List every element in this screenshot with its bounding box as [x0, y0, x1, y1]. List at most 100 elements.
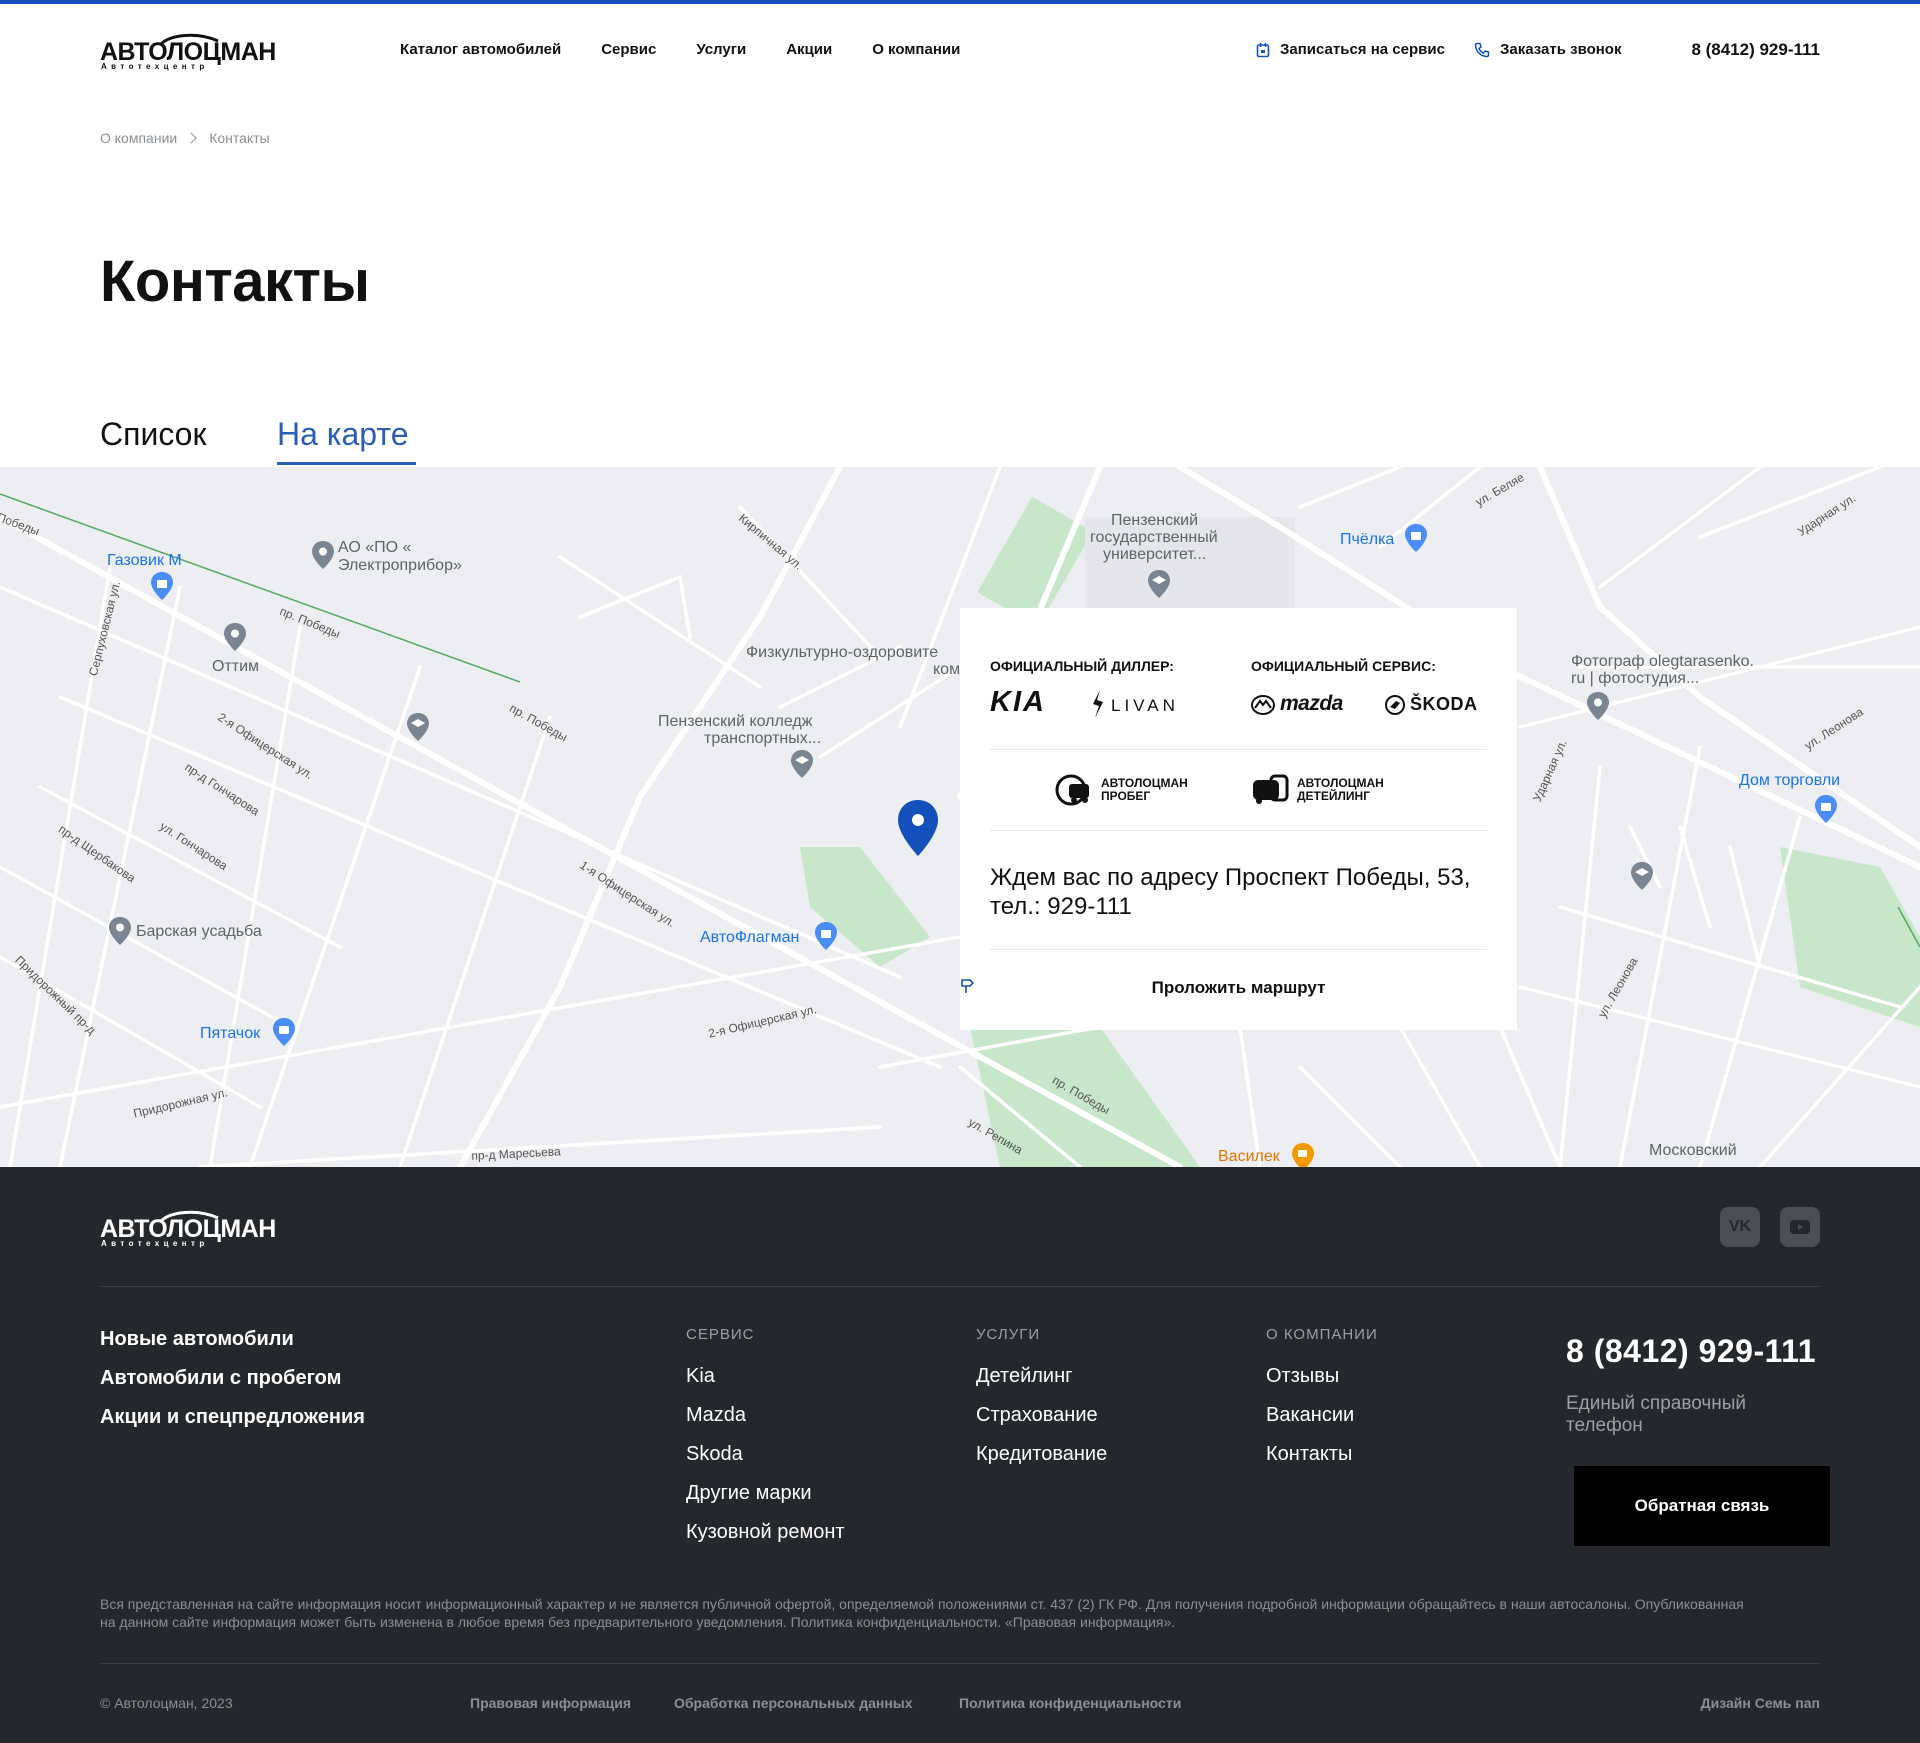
card-divider: [990, 749, 1487, 750]
footer-link[interactable]: Kia: [686, 1357, 845, 1396]
nav-promotions[interactable]: Акции: [786, 40, 832, 60]
youtube-icon[interactable]: [1780, 1207, 1820, 1247]
map-pin-icon[interactable]: [223, 622, 247, 652]
footer-link[interactable]: Контакты: [1266, 1435, 1378, 1474]
feedback-button[interactable]: Обратная связь: [1574, 1466, 1830, 1546]
signup-service-label: Записаться на сервис: [1280, 41, 1445, 58]
nav-service[interactable]: Сервис: [601, 40, 656, 60]
skoda-emblem-icon: [1385, 695, 1405, 715]
cafe-pin-icon[interactable]: [1291, 1142, 1315, 1167]
poi-elektropribor-line1[interactable]: АО «ПО «: [338, 539, 411, 557]
poi-fizkult-line2[interactable]: ком: [933, 661, 960, 679]
location-marker-icon[interactable]: [897, 799, 939, 857]
probeg-emblem-icon: [1055, 774, 1089, 806]
dealer-address: Ждем вас по адресу Проспект Победы, 53, …: [990, 864, 1471, 920]
shop-pin-icon[interactable]: [272, 1017, 296, 1047]
footer-link-promotions[interactable]: Акции и спецпредложения: [100, 1398, 365, 1437]
vk-icon[interactable]: VK: [1720, 1207, 1760, 1247]
footer-link[interactable]: Отзывы: [1266, 1357, 1378, 1396]
footer-link[interactable]: Детейлинг: [976, 1357, 1107, 1396]
education-pin-icon[interactable]: [1147, 569, 1171, 599]
map[interactable]: Газовик М АО «ПО « Электроприбор» Оттим …: [0, 467, 1920, 1167]
footer-column-services: УСЛУГИ Детейлинг Страхование Кредитовани…: [976, 1327, 1107, 1474]
signup-service-link[interactable]: Записаться на сервис: [1256, 40, 1445, 60]
poi-college-line1[interactable]: Пензенский колледж: [658, 713, 812, 731]
poi-elektropribor-line2[interactable]: Электроприбор»: [338, 557, 462, 575]
tab-map[interactable]: На карте: [277, 414, 408, 454]
poi-college-line2[interactable]: транспортных...: [704, 730, 821, 748]
footer-link[interactable]: Skoda: [686, 1435, 845, 1474]
build-route-label: Проложить маршрут: [1151, 978, 1326, 997]
breadcrumb-about[interactable]: О компании: [100, 130, 177, 146]
map-pin-icon[interactable]: [311, 540, 335, 570]
footer-link[interactable]: Страхование: [976, 1396, 1107, 1435]
build-route-button[interactable]: Проложить маршрут: [960, 978, 1517, 998]
footer-phone[interactable]: 8 (8412) 929-111: [1566, 1331, 1816, 1371]
order-call-label: Заказать звонок: [1500, 41, 1622, 58]
detailing-logo-line2: ДЕТЕЙЛИНГ: [1297, 789, 1371, 803]
footer-column-heading: О КОМПАНИИ: [1266, 1326, 1378, 1343]
poi-photographer-line1[interactable]: Фотограф olegtarasenko.: [1571, 653, 1754, 671]
brand-mazda-logo: mazda: [1280, 692, 1343, 715]
top-accent-bar: [0, 0, 1920, 4]
nav-catalog[interactable]: Каталог автомобилей: [400, 40, 561, 60]
design-credit[interactable]: Дизайн Семь пап: [1701, 1695, 1820, 1711]
poi-university-line1[interactable]: Пензенский: [1111, 512, 1198, 530]
nav-services[interactable]: Услуги: [696, 40, 746, 60]
footer-link-legal[interactable]: Правовая информация: [470, 1695, 631, 1711]
education-pin-icon[interactable]: [790, 749, 814, 779]
main-nav: Каталог автомобилей Сервис Услуги Акции …: [400, 40, 960, 60]
footer-link-used-cars[interactable]: Автомобили с пробегом: [100, 1359, 365, 1398]
card-divider: [990, 830, 1487, 831]
poi-gazovik[interactable]: Газовик М: [107, 552, 182, 570]
card-divider: [990, 949, 1487, 950]
education-pin-icon[interactable]: [406, 712, 430, 742]
footer-logo[interactable]: АВТОЛОЦМАН Автотехцентр: [100, 1209, 276, 1249]
brand-kia-logo: KIA: [990, 686, 1046, 718]
poi-photographer-line2[interactable]: ru | фотостудия...: [1571, 670, 1699, 688]
footer: АВТОЛОЦМАН Автотехцентр VK Новые автомоб…: [0, 1167, 1920, 1743]
poi-dom-torgovli[interactable]: Дом торговли: [1739, 772, 1840, 790]
shop-pin-icon[interactable]: [1814, 794, 1838, 824]
calendar-icon: [1256, 43, 1270, 58]
nav-about[interactable]: О компании: [872, 40, 960, 60]
shop-pin-icon[interactable]: [1404, 523, 1428, 553]
detailing-emblem-icon: [1253, 774, 1289, 804]
map-pin-icon[interactable]: [1586, 691, 1610, 721]
poi-university-line2[interactable]: государственный: [1090, 529, 1218, 547]
footer-link[interactable]: Другие марки: [686, 1474, 845, 1513]
dealer-info-card: ОФИЦИАЛЬНЫЙ ДИЛЛЕР: ОФИЦИАЛЬНЫЙ СЕРВИС: …: [960, 608, 1517, 1030]
shop-pin-icon[interactable]: [150, 571, 174, 601]
poi-ottim[interactable]: Оттим: [212, 658, 259, 676]
footer-column-about: О КОМПАНИИ Отзывы Вакансии Контакты: [1266, 1327, 1378, 1474]
footer-column-heading: СЕРВИС: [686, 1326, 755, 1343]
shop-pin-icon[interactable]: [814, 921, 838, 951]
poi-pyatachok[interactable]: Пятачок: [200, 1025, 260, 1043]
poi-avtoflagman[interactable]: АвтоФлагман: [700, 929, 799, 947]
brand-livan-logo: LIVAN: [1111, 696, 1179, 715]
footer-link-privacy[interactable]: Политика конфиденциальности: [959, 1695, 1181, 1711]
footer-link[interactable]: Вакансии: [1266, 1396, 1378, 1435]
livan-flame-icon: [1093, 690, 1103, 718]
breadcrumb-current: Контакты: [209, 130, 270, 146]
tab-list[interactable]: Список: [100, 414, 206, 454]
poi-pchelka[interactable]: Пчёлка: [1340, 531, 1394, 549]
logo-subtitle: Автотехцентр: [101, 62, 209, 71]
footer-link[interactable]: Кузовной ремонт: [686, 1513, 845, 1552]
poi-university-line3[interactable]: университет...: [1103, 546, 1206, 564]
logo[interactable]: АВТОЛОЦМАН Автотехцентр: [100, 32, 276, 72]
footer-link[interactable]: Кредитование: [976, 1435, 1107, 1474]
copyright: © Автолоцман, 2023: [100, 1695, 233, 1711]
poi-moscow-uni[interactable]: Московский: [1649, 1142, 1737, 1160]
education-pin-icon[interactable]: [1630, 861, 1654, 891]
header-phone[interactable]: 8 (8412) 929-111: [1691, 39, 1820, 61]
order-call-link[interactable]: Заказать звонок: [1474, 40, 1621, 60]
brand-skoda-logo: ŠKODA: [1410, 694, 1478, 714]
footer-link-personal-data[interactable]: Обработка персональных данных: [674, 1695, 913, 1711]
poi-vasilek[interactable]: Василек: [1218, 1148, 1280, 1166]
footer-link-new-cars[interactable]: Новые автомобили: [100, 1320, 365, 1359]
poi-fizkult[interactable]: Физкультурно-оздоровите: [746, 644, 938, 662]
footer-link[interactable]: Mazda: [686, 1396, 845, 1435]
map-pin-icon[interactable]: [108, 916, 132, 946]
poi-barskaya[interactable]: Барская усадьба: [136, 923, 262, 941]
